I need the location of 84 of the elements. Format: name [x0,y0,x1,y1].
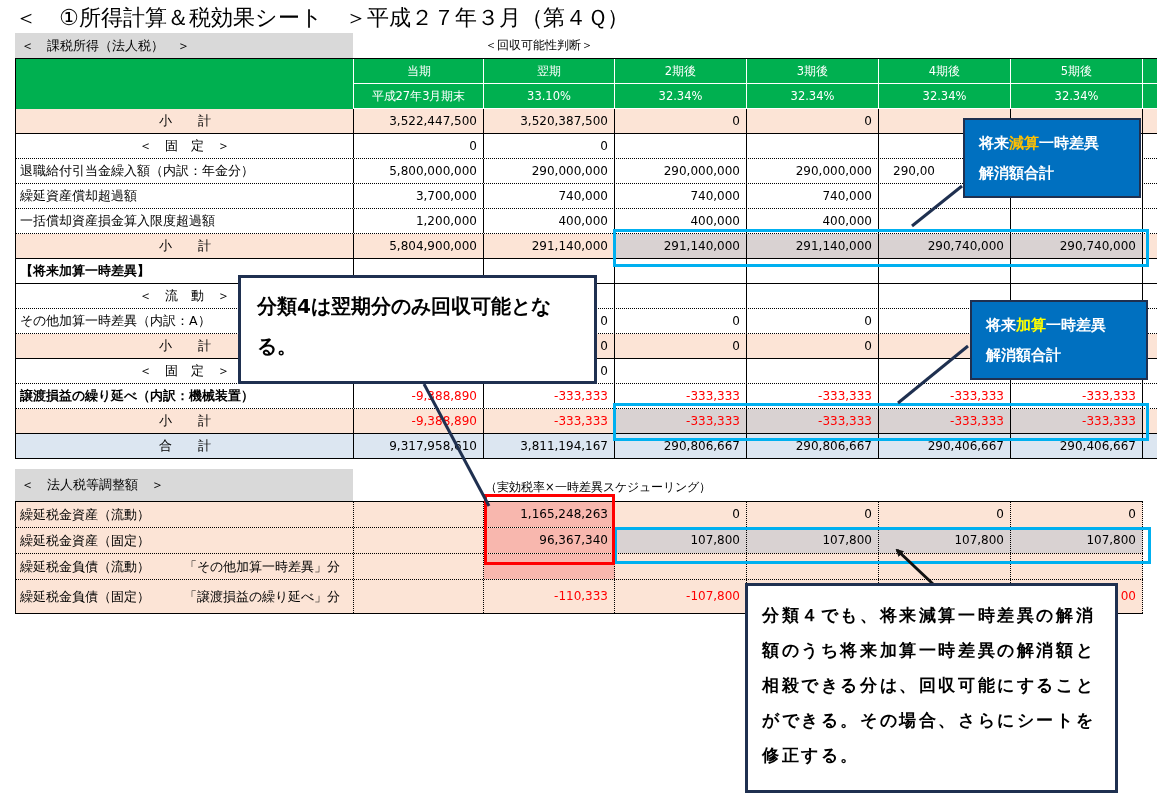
row-note: 「譲渡損益の繰り延べ」分 [184,588,340,606]
table-cell: 0 [615,109,747,133]
row-label: ＜ 固 定 ＞ [16,134,354,158]
table-cell: -333,333 [879,409,1011,433]
table-cell: -333,333 [615,384,747,408]
row-label: 小 計 [16,409,354,433]
table-cell: -333,333 [484,409,615,433]
column-header: 3期後 [747,59,879,83]
table-cell: 1,200,000 [354,209,484,233]
table-cell: -333,333 [1011,384,1143,408]
table-cell: 740,000 [747,184,879,208]
row-label: 繰延税金資産（流動） [20,506,150,524]
column-header: 当期 [354,59,484,83]
table-cell: 290,000,000 [747,159,879,183]
row-label: 一括償却資産損金算入限度超過額 [16,209,354,233]
table-cell: -333,333 [747,384,879,408]
row-label: 繰延税金負債（流動） [20,558,150,576]
table-cell: 0 [1011,502,1143,527]
row-label: 繰延税金資産（固定） [20,532,150,550]
table-cell: 400,000 [484,209,615,233]
table-cell: 290,740,000 [1011,234,1143,258]
table-cell: 291,140,000 [615,234,747,258]
table-cell: 290,000,000 [615,159,747,183]
callout-text: 将来加算一時差異 解消額合計 [986,315,1107,366]
table-cell: 0 [747,334,879,358]
column-subheader: 32.34% [747,84,879,108]
section-note: ＜回収可能性判断＞ [484,37,594,54]
section-heading: ＜ 法人税等調整額 ＞ [15,469,353,501]
table-cell: 3,811,194,167 [484,434,615,458]
row-label: 繰延資産償却超過額 [16,184,354,208]
row-label: 退職給付引当金繰入額（内訳：年金分） [16,159,354,183]
table-cell: 1,165,248,263 [484,502,615,527]
table-cell: 291,140,000 [484,234,615,258]
table-cell: 0 [879,502,1011,527]
table-cell: 107,800 [747,528,879,553]
table-cell: -333,333 [1011,409,1143,433]
table-cell: 0 [747,502,879,527]
table-cell: 740,000 [615,184,747,208]
section-note: （実効税率×一時差異スケジューリング） [484,479,712,496]
table-cell: 5,800,000,000 [354,159,484,183]
table-cell: 0 [747,309,879,333]
column-subheader: 32.34% [1011,84,1143,108]
table-cell: -333,333 [747,409,879,433]
section-heading: ＜ 課税所得（法人税） ＞ [15,33,353,58]
column-subheader: 33.10% [484,84,615,108]
arrow [895,548,935,586]
row-label: 合 計 [16,434,354,458]
table-cell: 96,367,340 [484,528,615,553]
row-label: 繰延税金負債（固定） [20,588,150,606]
table-cell: 0 [615,502,747,527]
table-cell: 5,804,900,000 [354,234,484,258]
column-header: 5期後 [1011,59,1143,83]
row-label: 小 計 [16,234,354,258]
column-header: 4期後 [879,59,1011,83]
table-cell: 107,800 [879,528,1011,553]
column-header: 翌期 [484,59,615,83]
table-cell: 0 [615,334,747,358]
table-cell [1143,109,1157,133]
column-header: 2期後 [615,59,747,83]
table-cell: 0 [615,309,747,333]
sheet-title: ＜ ①所得計算＆税効果シート ＞平成２７年３月（第４Ｑ） [14,4,630,32]
table-cell: -110,333 [484,580,615,613]
table-cell: 740,000 [484,184,615,208]
table-cell: -333,333 [615,409,747,433]
table-cell: 400,000 [747,209,879,233]
table-cell: 3,700,000 [354,184,484,208]
table-cell: 107,800 [1011,528,1143,553]
table-cell: 290,000,000 [484,159,615,183]
column-subheader: 平成27年3月期末 [354,84,484,108]
table-cell: 291,140,000 [747,234,879,258]
table-cell: 3,520,387,500 [484,109,615,133]
table-cell [1143,434,1157,458]
column-subheader: 32.34% [879,84,1011,108]
row-label: 小 計 [16,109,354,133]
table-cell: 0 [484,134,615,158]
table-cell: 290,740,000 [879,234,1011,258]
row-note: 「その他加算一時差異」分 [184,558,340,576]
table-cell: 400,000 [615,209,747,233]
table-cell: 0 [354,134,484,158]
table-cell: 0 [747,109,879,133]
column-subheader: 32.34% [615,84,747,108]
table-cell: 107,800 [615,528,747,553]
table-cell: -333,333 [879,384,1011,408]
table-cell: 3,522,447,500 [354,109,484,133]
